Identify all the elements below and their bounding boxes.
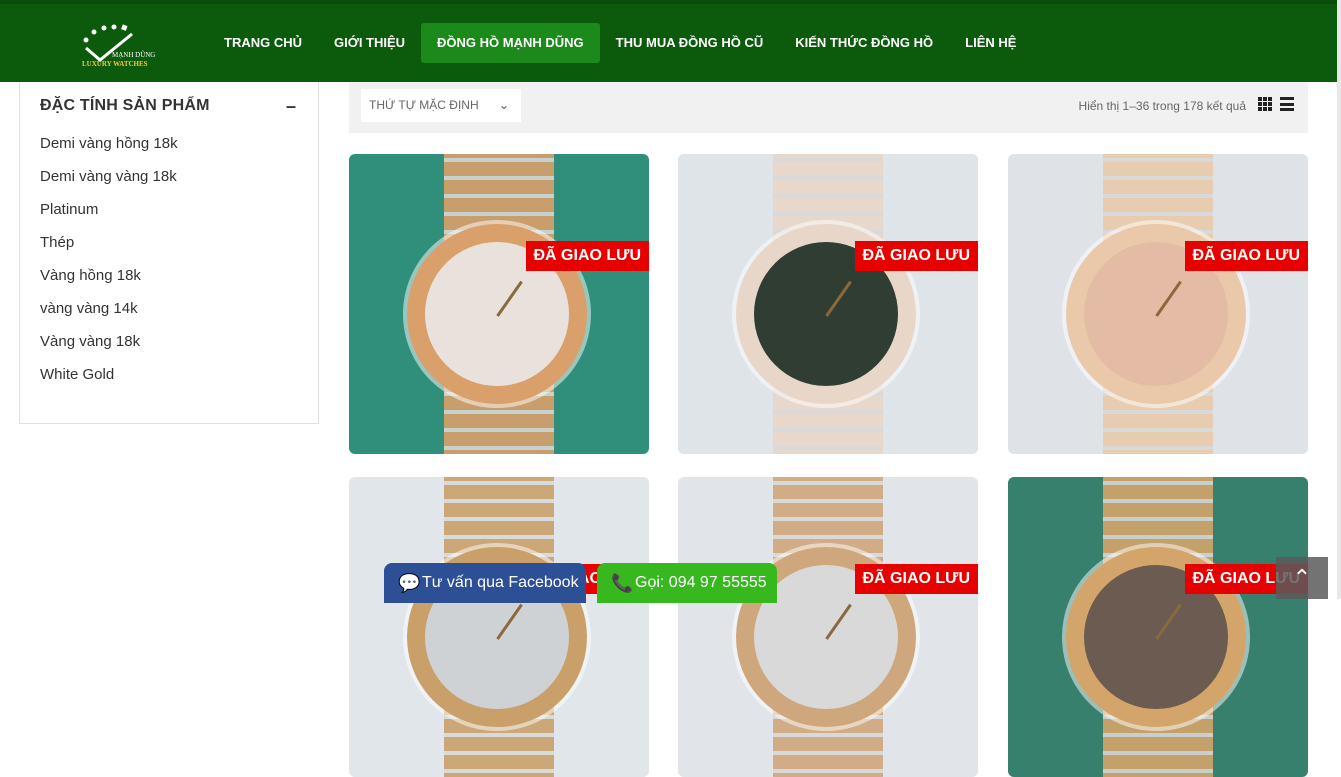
filter-item[interactable]: White Gold (40, 365, 178, 398)
sold-badge: ĐÃ GIAO LƯU (854, 564, 978, 594)
grid-view-icon[interactable] (1258, 97, 1272, 111)
filter-item[interactable]: Thép (40, 233, 178, 266)
sold-badge: ĐÃ GIAO LƯU (854, 241, 978, 271)
nav-buy-used[interactable]: THU MUA ĐỒNG HỒ CŨ (600, 23, 780, 63)
sold-badge: ĐÃ GIAO LƯU (525, 241, 649, 271)
product-card[interactable]: ĐÃ GIAO LƯU (678, 477, 978, 777)
site-logo[interactable]: MẠNH DŨNG LUXURY WATCHES (72, 18, 172, 74)
call-button[interactable]: 📞 Gọi: 094 97 55555 (597, 563, 777, 603)
product-card[interactable]: ĐÃ GIAO LƯU (1008, 477, 1308, 777)
filter-item[interactable]: vàng vàng 14k (40, 299, 178, 332)
nav-home[interactable]: TRANG CHỦ (208, 23, 318, 63)
nav-contact[interactable]: LIÊN HỆ (949, 23, 1032, 63)
header-bar: MẠNH DŨNG LUXURY WATCHES TRANG CHỦ GIỚI … (0, 0, 1341, 82)
product-card[interactable]: ĐÃ GIAO LƯU (678, 154, 978, 454)
chevron-down-icon: ⌄ (498, 98, 509, 112)
filter-item[interactable]: Demi vàng vàng 18k (40, 167, 178, 200)
logo-brand: MẠNH DŨNG (112, 51, 156, 59)
scrollbar[interactable] (1337, 0, 1341, 599)
main-nav: TRANG CHỦ GIỚI THIỆU ĐỒNG HỒ MẠNH DŨNG T… (208, 23, 1032, 63)
collapse-icon[interactable]: – (286, 96, 296, 117)
filter-item[interactable]: Vàng vàng 18k (40, 332, 178, 365)
result-count: Hiển thị 1–36 trong 178 kết quả (1078, 99, 1246, 113)
filter-item[interactable]: Platinum (40, 200, 178, 233)
product-attributes-sidebar: ĐẶC TÍNH SẢN PHẨM – Demi vàng hồng 18k D… (19, 82, 319, 424)
facebook-button-label: Tư vấn qua Facebook (422, 574, 579, 591)
nav-knowledge[interactable]: KIẾN THỨC ĐỒNG HỒ (779, 23, 949, 63)
chat-icon: 💬 (398, 573, 421, 593)
sort-select[interactable]: THỨ TỰ MẶC ĐỊNH ⌄ (361, 89, 521, 122)
back-to-top-button[interactable]: ⌃ (1276, 557, 1328, 599)
phone-icon: 📞 (611, 573, 634, 593)
facebook-chat-button[interactable]: 💬 Tư vấn qua Facebook (384, 563, 586, 603)
list-view-icon[interactable] (1280, 97, 1294, 111)
nav-about[interactable]: GIỚI THIỆU (318, 23, 421, 63)
sold-badge: ĐÃ GIAO LƯU (1184, 241, 1308, 271)
product-card[interactable]: ĐÃ GIAO LƯU (1008, 154, 1308, 454)
filter-item[interactable]: Vàng hồng 18k (40, 266, 178, 299)
product-card[interactable]: ĐÃ GIAO LƯU (349, 477, 649, 777)
logo-sub: LUXURY WATCHES (82, 60, 148, 68)
sidebar-title: ĐẶC TÍNH SẢN PHẨM (40, 97, 210, 114)
product-card[interactable]: ĐÃ GIAO LƯU (349, 154, 649, 454)
filter-list: Demi vàng hồng 18k Demi vàng vàng 18k Pl… (40, 134, 178, 398)
sort-label: THỨ TỰ MẶC ĐỊNH (369, 98, 479, 112)
shop-toolbar: THỨ TỰ MẶC ĐỊNH ⌄ Hiển thị 1–36 trong 17… (349, 82, 1308, 133)
filter-item[interactable]: Demi vàng hồng 18k (40, 134, 178, 167)
nav-watches[interactable]: ĐỒNG HỒ MẠNH DŨNG (421, 23, 600, 63)
call-button-label: Gọi: 094 97 55555 (635, 574, 767, 591)
